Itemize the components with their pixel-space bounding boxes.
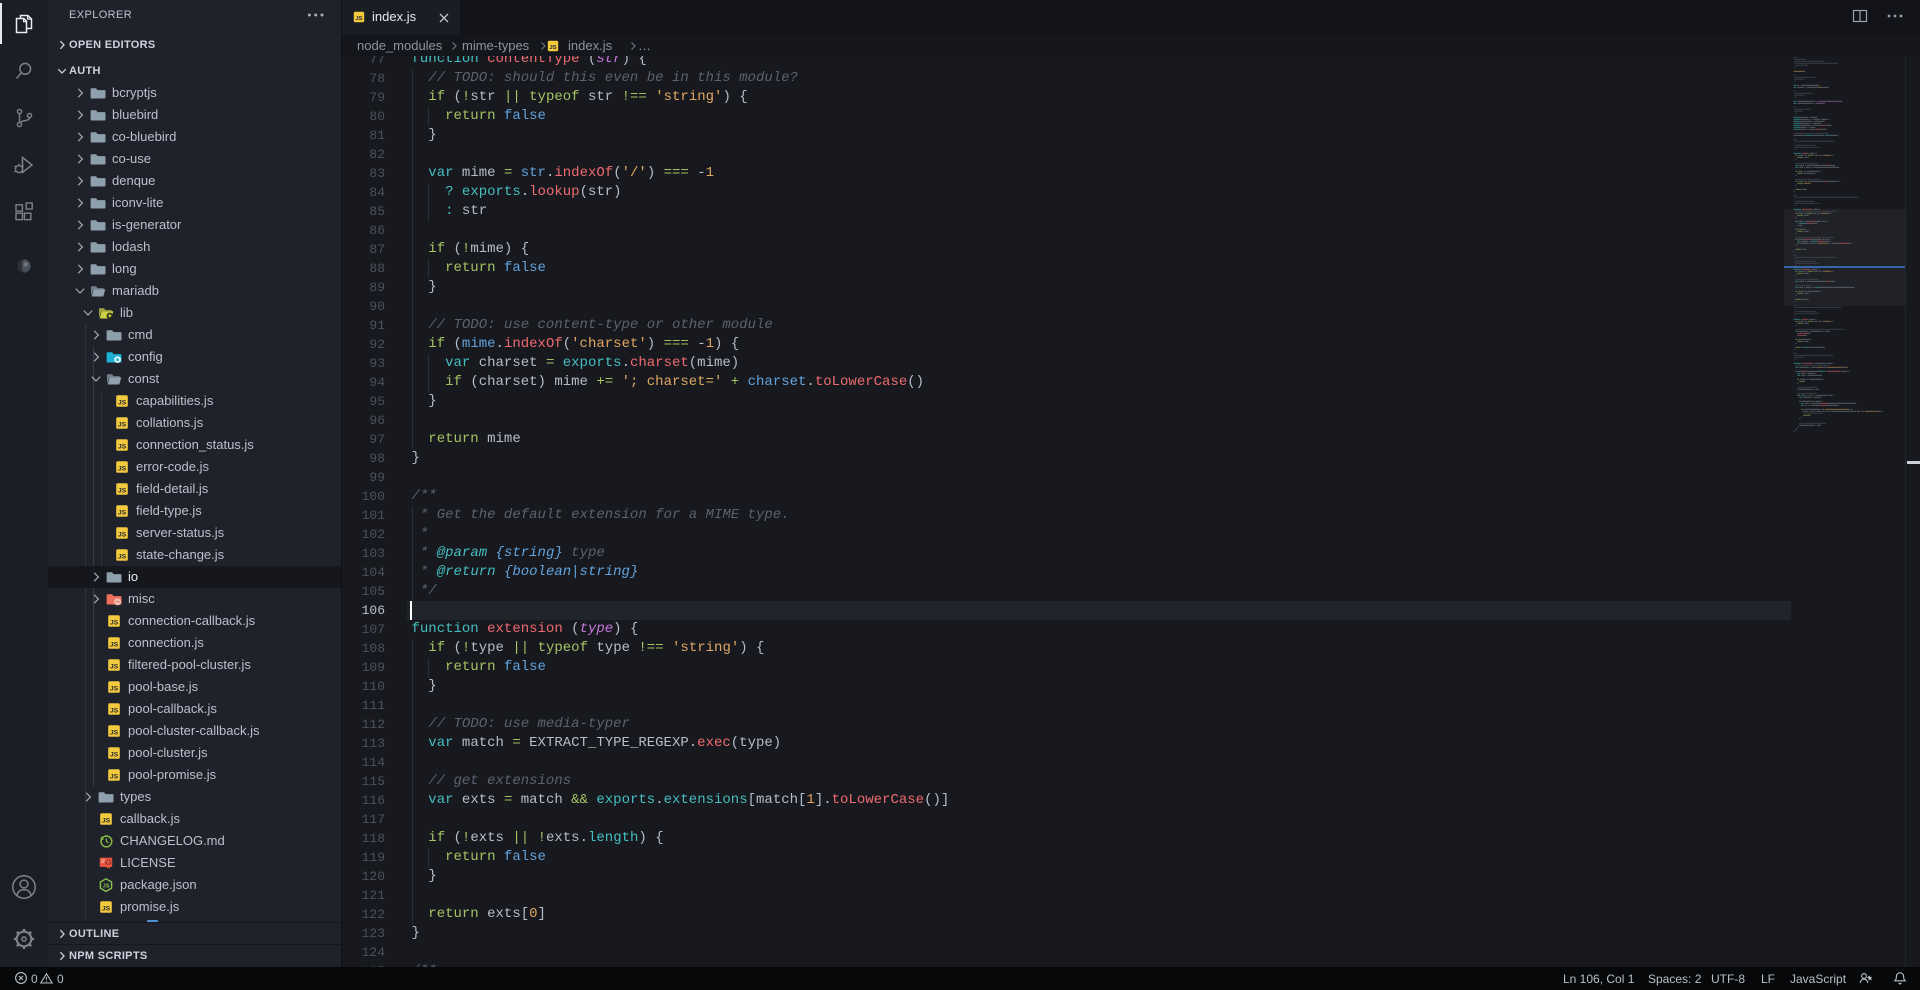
svg-text:JS: JS bbox=[110, 664, 119, 671]
svg-text:JS: JS bbox=[110, 752, 119, 759]
svg-text:JS: JS bbox=[118, 554, 127, 561]
svg-text:JS: JS bbox=[103, 884, 110, 890]
svg-text:JS: JS bbox=[110, 642, 119, 649]
svg-text:JS: JS bbox=[110, 730, 119, 737]
svg-text:JS: JS bbox=[118, 466, 127, 473]
svg-text:JS: JS bbox=[118, 510, 127, 517]
svg-text:JS: JS bbox=[355, 16, 362, 22]
svg-text:JS: JS bbox=[102, 818, 111, 825]
svg-text:JS: JS bbox=[118, 532, 127, 539]
svg-text:JS: JS bbox=[102, 906, 111, 913]
svg-text:JS: JS bbox=[118, 422, 127, 429]
svg-text:JS: JS bbox=[110, 686, 119, 693]
svg-text:JS: JS bbox=[118, 488, 127, 495]
svg-text:JS: JS bbox=[118, 400, 127, 407]
svg-text:JS: JS bbox=[110, 620, 119, 627]
svg-text:JS: JS bbox=[110, 708, 119, 715]
svg-text:JS: JS bbox=[549, 45, 556, 51]
svg-text:JS: JS bbox=[118, 444, 127, 451]
svg-text:JS: JS bbox=[110, 774, 119, 781]
